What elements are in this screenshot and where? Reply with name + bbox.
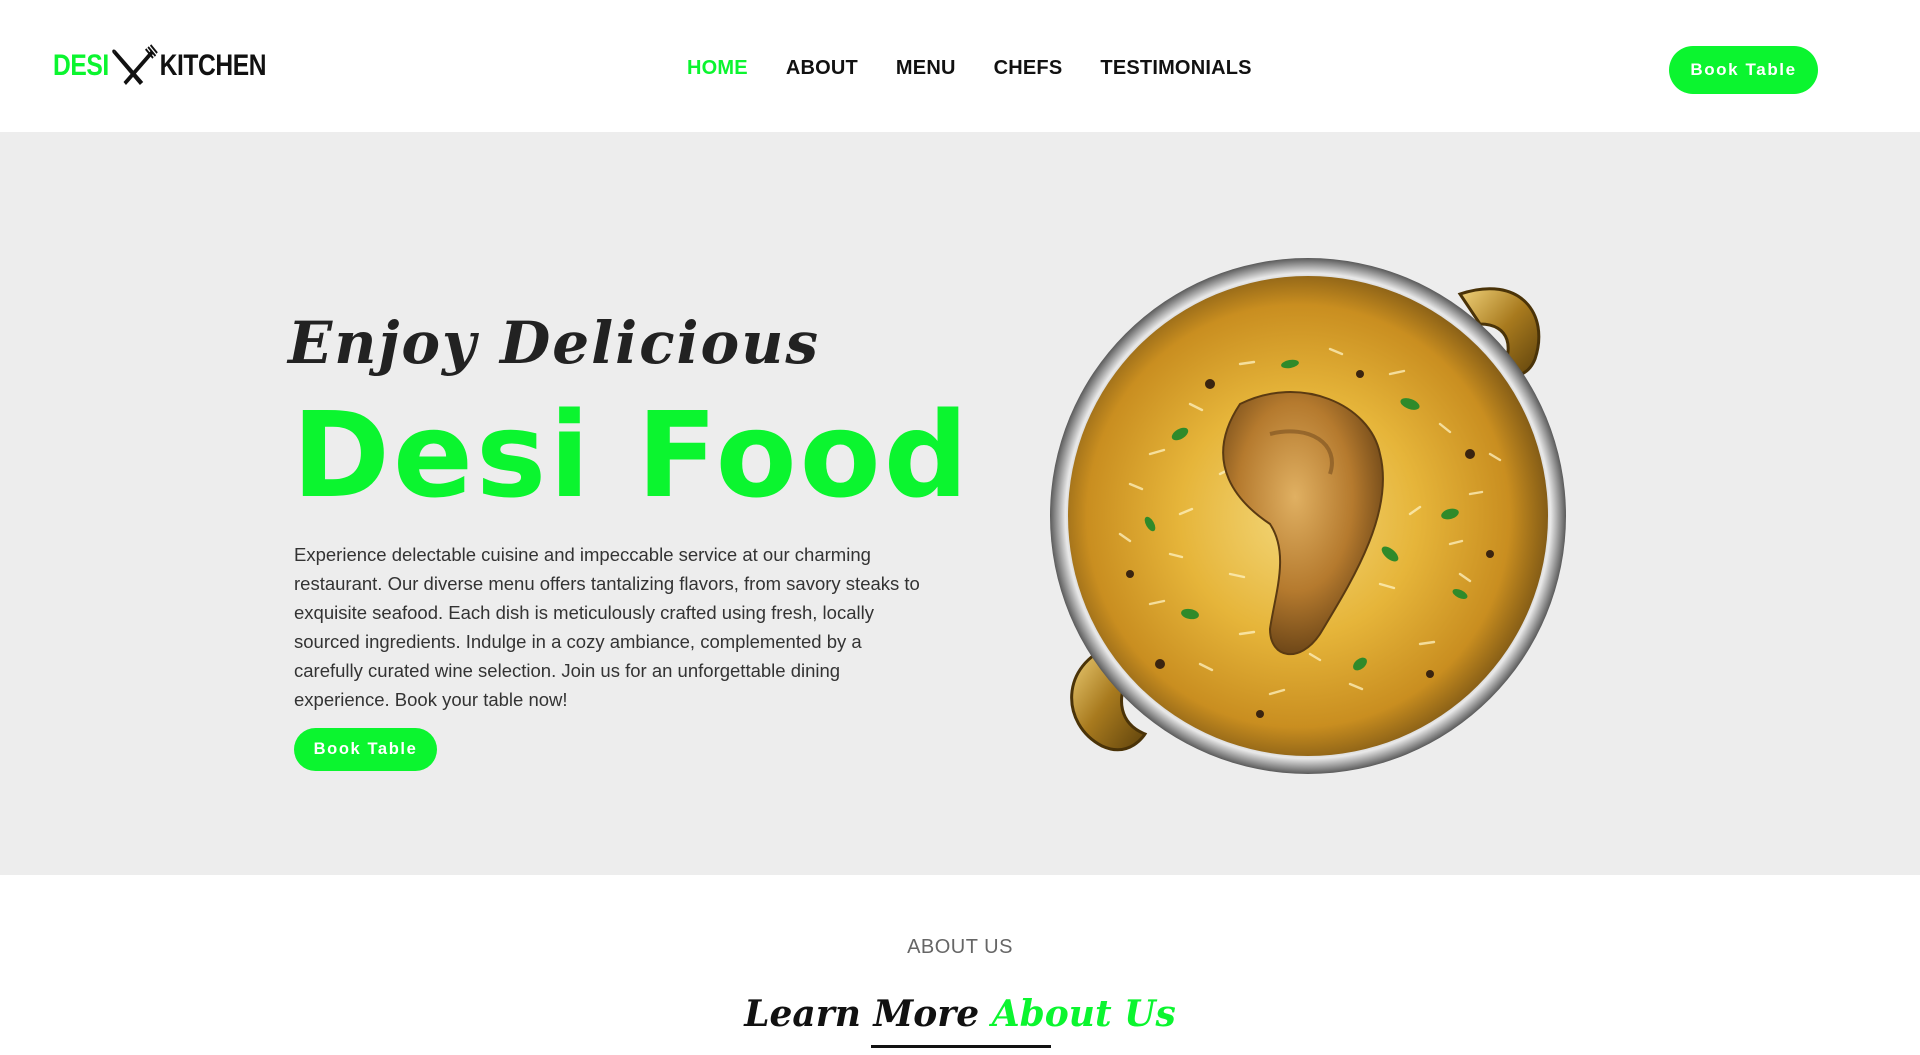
nav-about[interactable]: ABOUT (786, 56, 858, 80)
hero-script-title: Enjoy Delicious (288, 309, 821, 377)
nav-menu[interactable]: MENU (896, 56, 956, 80)
page: DESI KITCHEN HOME ABOUT MENU CHEFS TESTI… (0, 0, 1920, 1055)
hero-title: Desi Food (292, 386, 972, 524)
book-table-button[interactable]: Book Table (1669, 46, 1818, 94)
hero-description: Experience delectable cuisine and impecc… (294, 544, 920, 710)
about-heading-part1: Learn More (744, 993, 980, 1035)
biryani-dish-image (1050, 258, 1566, 774)
about-section-heading: Learn More About Us (0, 992, 1920, 1036)
site-header: DESI KITCHEN HOME ABOUT MENU CHEFS TESTI… (0, 0, 1920, 132)
nav-testimonials[interactable]: TESTIMONIALS (1100, 56, 1251, 80)
fork-knife-icon (112, 44, 158, 85)
about-heading-part2: About Us (991, 993, 1176, 1035)
hero-section: Enjoy Delicious Desi Food Experience del… (0, 132, 1920, 875)
logo-text-kitchen: KITCHEN (159, 49, 267, 82)
heading-underline (871, 1045, 1051, 1048)
hero-book-table-button[interactable]: Book Table (294, 728, 437, 771)
main-nav: HOME ABOUT MENU CHEFS TESTIMONIALS (687, 56, 1290, 80)
site-logo[interactable]: DESI KITCHEN (53, 44, 267, 88)
about-section-label: ABOUT US (907, 936, 1013, 958)
nav-home[interactable]: HOME (687, 56, 748, 80)
nav-chefs[interactable]: CHEFS (994, 56, 1063, 80)
logo-text-desi: DESI (53, 49, 109, 82)
